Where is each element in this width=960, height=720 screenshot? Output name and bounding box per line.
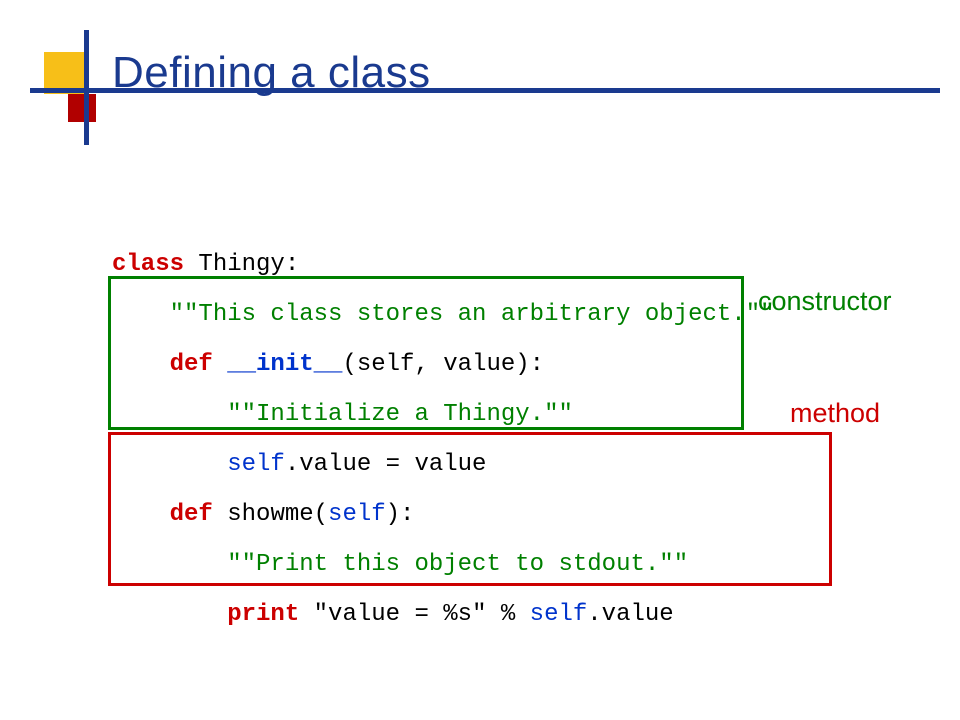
- code-line-8: print "value = %s" % self.value: [112, 601, 674, 628]
- code-text: .value: [587, 601, 673, 628]
- keyword-class: class: [112, 251, 184, 278]
- code-line-1: class Thingy:: [112, 251, 299, 278]
- keyword-self: self: [530, 601, 588, 628]
- code-text: Thingy:: [184, 251, 299, 278]
- constructor-highlight-box: [108, 276, 744, 430]
- keyword-print: print: [227, 601, 299, 628]
- deco-square-red: [68, 94, 96, 122]
- slide-title: Defining a class: [112, 48, 431, 98]
- method-highlight-box: [108, 432, 832, 586]
- label-method: method: [790, 398, 880, 429]
- code-text: "value = %s" %: [299, 601, 529, 628]
- label-constructor: constructor: [758, 286, 892, 317]
